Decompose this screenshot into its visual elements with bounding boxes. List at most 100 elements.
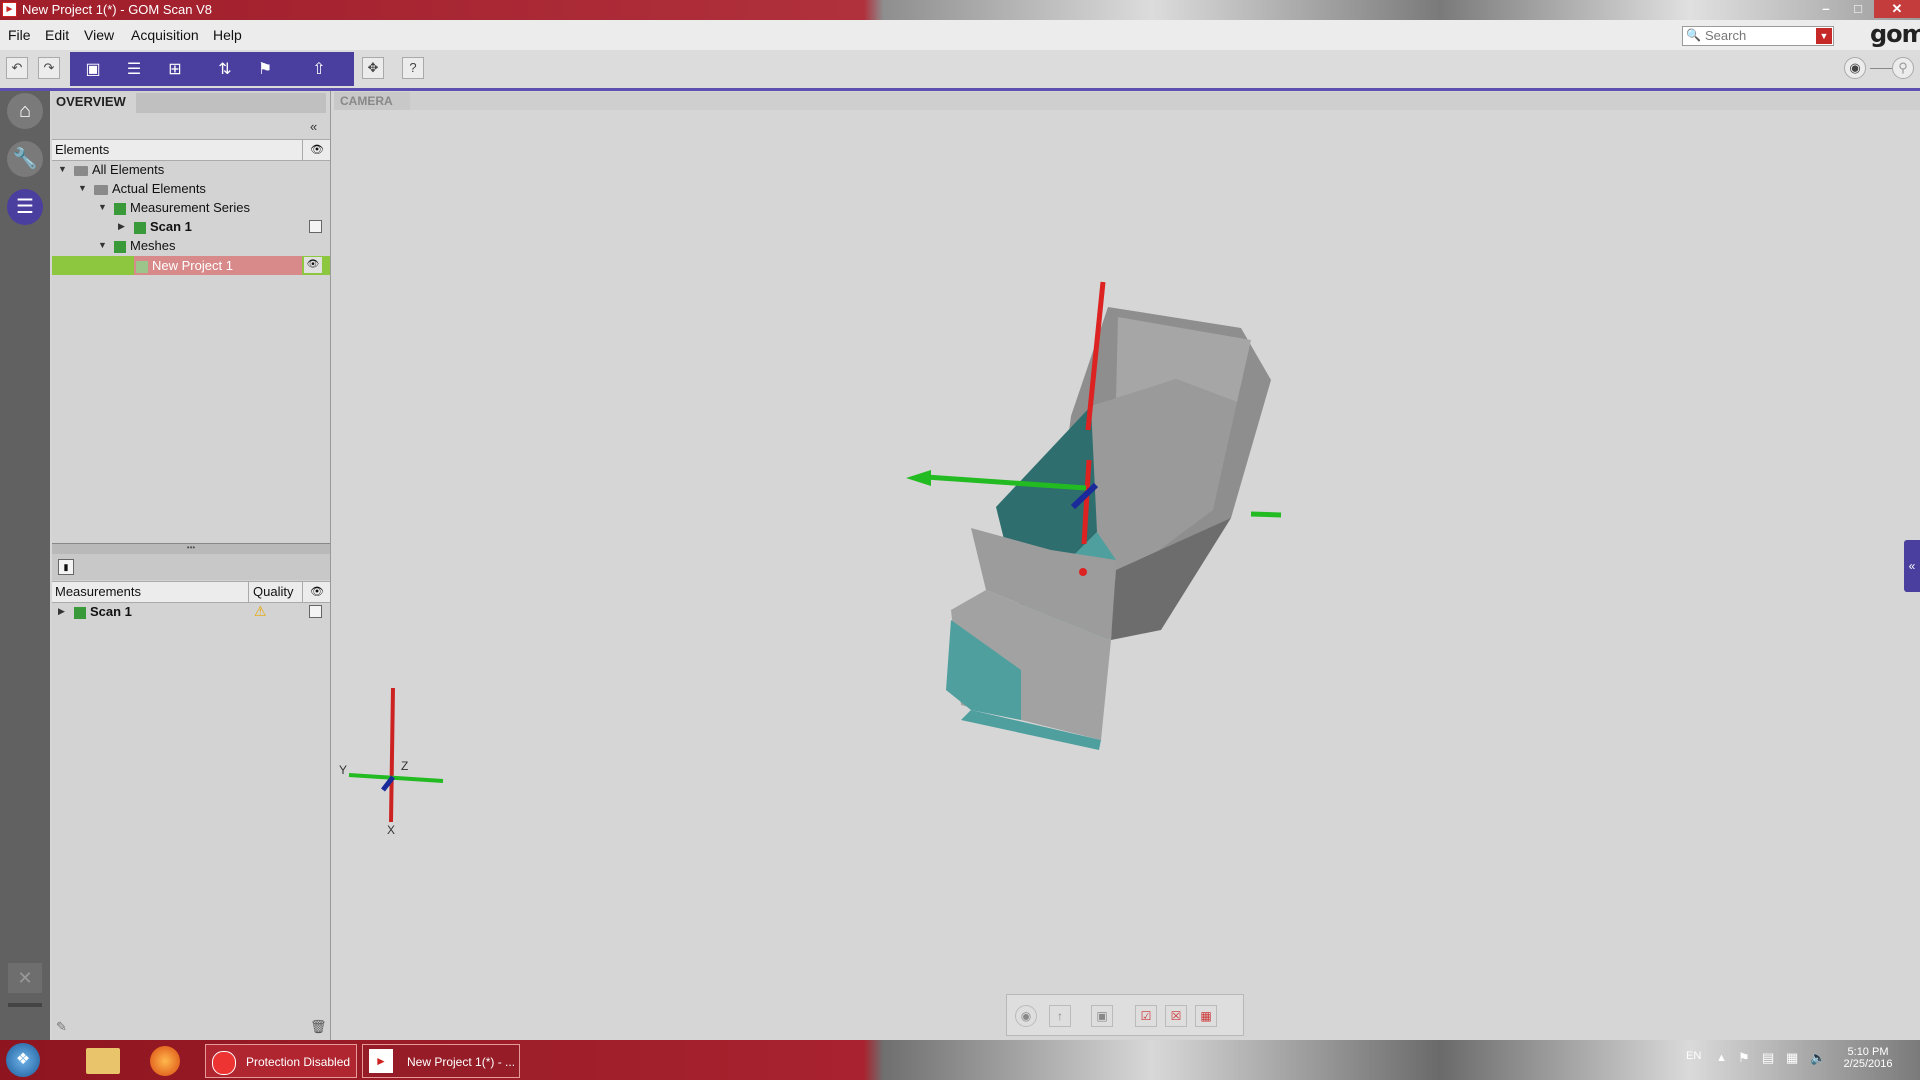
home-icon[interactable]: ⌂ <box>7 93 43 129</box>
close-workspace-icon[interactable]: ✕ <box>8 963 42 993</box>
menu-help[interactable]: Help <box>213 27 242 43</box>
redo-button[interactable]: ↷ <box>38 57 60 79</box>
pin-icon[interactable]: ⚲ <box>1892 57 1914 79</box>
camera-view-icon[interactable]: ▣ <box>1091 1005 1113 1027</box>
network-icon[interactable]: ▦ <box>1786 1050 1798 1066</box>
minimize-button[interactable]: – <box>1810 0 1842 18</box>
tree-item-meshes[interactable]: ▼ Meshes <box>52 236 330 255</box>
view-point-icon[interactable]: ◉ <box>1015 1005 1037 1027</box>
menu-file[interactable]: File <box>8 27 31 43</box>
restore-button[interactable]: □ <box>1842 0 1874 18</box>
new-measurement-series-icon[interactable]: ▣ <box>82 59 104 81</box>
export-icon[interactable]: ⇧ <box>308 59 330 81</box>
folder-icon <box>94 184 108 195</box>
volume-icon[interactable]: 🔈 <box>1810 1050 1826 1066</box>
tab-overview[interactable]: OVERVIEW <box>52 91 140 113</box>
3d-scene[interactable]: Y Z X <box>331 110 1920 1040</box>
deselect-icon[interactable]: ☒ <box>1165 1005 1187 1027</box>
triad-label-y: Y <box>339 763 347 777</box>
tree-item-actual-elements[interactable]: ▼ Actual Elements <box>52 179 330 198</box>
menu-edit[interactable]: Edit <box>45 27 69 43</box>
tree-item-new-project-1[interactable]: New Project 1 👁 <box>52 256 330 275</box>
camera-light-icon[interactable]: ◉ <box>1844 57 1866 79</box>
menu-view[interactable]: View <box>84 27 114 43</box>
measurement-row-scan-1[interactable]: ▶ Scan 1 ⚠ <box>52 602 330 621</box>
invert-selection-icon[interactable]: ▦ <box>1195 1005 1217 1027</box>
origin-point <box>1079 568 1087 576</box>
close-button[interactable]: ✕ <box>1874 0 1920 18</box>
scanned-mesh[interactable] <box>946 307 1271 750</box>
elements-header: Elements 👁 <box>52 139 330 161</box>
language-indicator[interactable]: EN <box>1686 1050 1701 1062</box>
gom-app-icon: ► <box>369 1049 393 1073</box>
eye-icon[interactable]: 👁 <box>302 140 331 160</box>
tree-item-all-elements[interactable]: ▼ All Elements <box>52 160 330 179</box>
panel-splitter[interactable]: ••• <box>52 543 330 554</box>
tray-expand-icon[interactable]: ▲ <box>1716 1052 1727 1064</box>
finish-flag-icon[interactable]: ⚑ <box>254 59 276 81</box>
crop-icon[interactable]: ⊞ <box>164 59 186 81</box>
collapse-panel-button[interactable]: « <box>310 119 317 134</box>
rail-divider <box>8 1003 42 1007</box>
measurement-series-icon <box>114 202 126 215</box>
tree-label: Actual Elements <box>112 181 206 196</box>
tab-camera[interactable]: CAMERA <box>334 92 410 110</box>
scan-series-icon <box>134 221 146 234</box>
expand-icon[interactable]: ▼ <box>58 160 67 179</box>
undo-button[interactable]: ↶ <box>6 57 28 79</box>
select-icon[interactable]: ☑ <box>1135 1005 1157 1027</box>
edit-icon[interactable]: ✎ <box>56 1019 67 1035</box>
tree-label: All Elements <box>92 162 165 177</box>
wrench-icon[interactable]: 🔧 <box>7 141 43 177</box>
measurements-header-label: Measurements <box>55 584 141 599</box>
clock[interactable]: 5:10 PM 2/25/2016 <box>1828 1046 1908 1070</box>
panel-toggle-icon[interactable]: ▮ <box>58 559 74 575</box>
orientation-triad: Y Z X <box>339 687 444 837</box>
search-dropdown-button[interactable]: ▼ <box>1816 28 1832 44</box>
cursor-icon[interactable]: ↑ <box>1049 1005 1071 1027</box>
eye-icon[interactable]: 👁 <box>302 582 331 602</box>
scan-workspace-icon[interactable]: ☰ <box>7 189 43 225</box>
tree-label: Scan 1 <box>90 604 132 619</box>
taskbar-protection-label: Protection Disabled <box>246 1055 351 1069</box>
trash-icon[interactable]: 🗑 <box>310 1019 327 1035</box>
device-icon[interactable]: ▤ <box>1762 1050 1774 1066</box>
align-icon[interactable]: ⇅ <box>214 59 236 81</box>
scan-icon[interactable]: ☰ <box>123 59 145 81</box>
eye-icon[interactable]: 👁 <box>304 257 322 273</box>
left-rail: ⌂ 🔧 ☰ ✕ <box>0 91 50 1049</box>
taskbar-new-project[interactable]: ► New Project 1(*) - ... <box>362 1044 520 1078</box>
expand-icon[interactable]: ▶ <box>118 217 125 236</box>
triad-label-x: X <box>387 823 395 837</box>
firefox-icon[interactable] <box>150 1046 180 1076</box>
taskbar-project-label: New Project 1(*) - ... <box>407 1055 516 1069</box>
search-input[interactable]: 🔍 Search ▼ <box>1682 26 1834 46</box>
help-button[interactable]: ? <box>402 57 424 79</box>
expand-icon[interactable]: ▼ <box>98 236 107 255</box>
quality-header[interactable]: Quality <box>248 582 300 602</box>
navigate-button[interactable]: ✥ <box>362 57 384 79</box>
expand-right-panel-button[interactable]: « <box>1904 540 1920 592</box>
visibility-checkbox[interactable] <box>309 605 322 618</box>
action-center-icon[interactable]: ⚑ <box>1738 1050 1750 1066</box>
start-button[interactable]: ❖ <box>6 1043 40 1077</box>
tree-item-measurement-series[interactable]: ▼ Measurement Series <box>52 198 330 217</box>
expand-icon[interactable]: ▶ <box>58 602 65 621</box>
clock-date: 2/25/2016 <box>1843 1058 1893 1070</box>
window-title: New Project 1(*) - GOM Scan V8 <box>22 2 212 17</box>
clock-time: 5:10 PM <box>1847 1046 1889 1058</box>
viewport-tab-strip <box>404 92 1920 110</box>
elements-header-label: Elements <box>55 142 110 157</box>
warning-icon: ⚠ <box>254 603 267 619</box>
taskbar-protection-disabled[interactable]: Protection Disabled <box>205 1044 357 1078</box>
expand-icon[interactable]: ▼ <box>78 179 87 198</box>
overview-panel: OVERVIEW « Elements 👁 ▼ All Elements ▼ A… <box>52 91 331 1049</box>
measurements-header: Measurements Quality 👁 <box>52 581 330 603</box>
visibility-checkbox[interactable] <box>309 220 322 233</box>
search-placeholder: Search <box>1705 28 1747 43</box>
menu-acquisition[interactable]: Acquisition <box>131 27 199 43</box>
expand-icon[interactable]: ▼ <box>98 198 107 217</box>
tree-item-scan-1[interactable]: ▶ Scan 1 <box>52 217 330 236</box>
scan-series-icon <box>74 606 86 619</box>
file-explorer-icon[interactable] <box>86 1048 120 1074</box>
